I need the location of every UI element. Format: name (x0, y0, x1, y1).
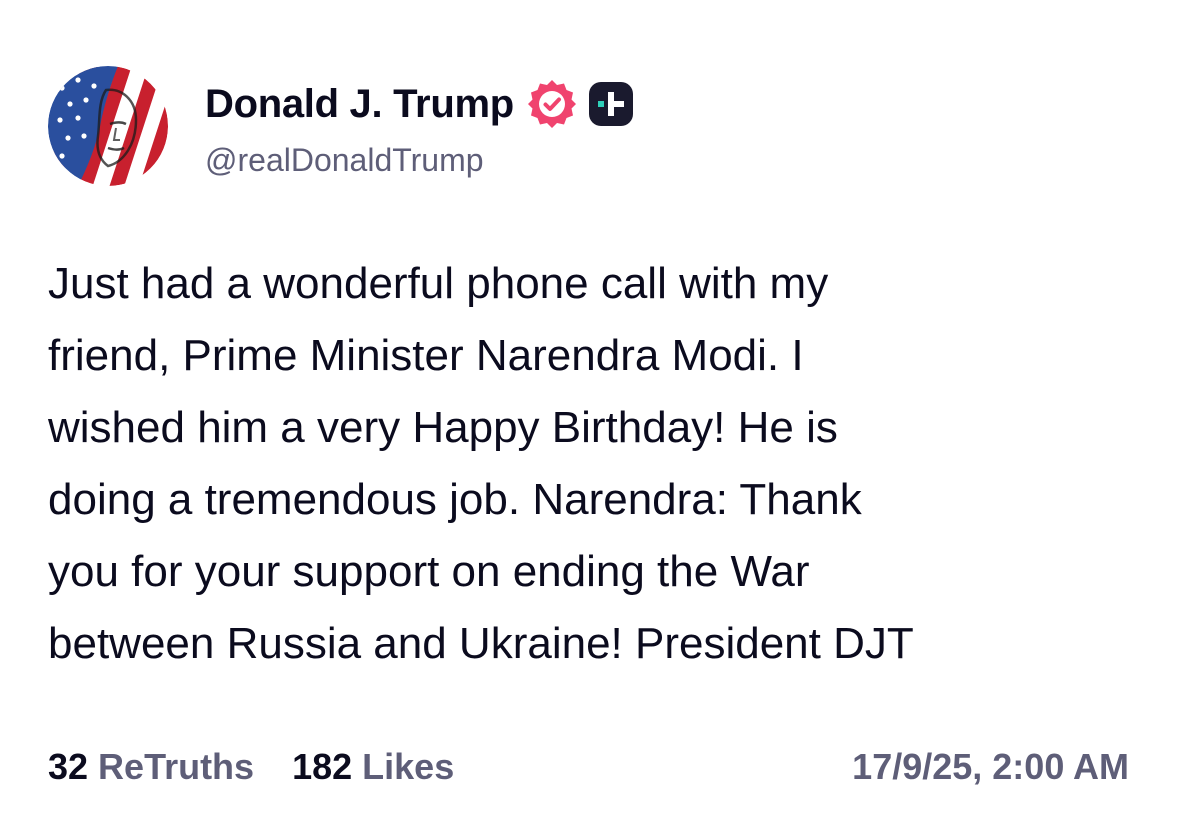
retruths-count: 32 (48, 746, 89, 787)
name-row: Donald J. Trump (205, 78, 634, 130)
author-display-name[interactable]: Donald J. Trump (205, 82, 514, 127)
author-handle[interactable]: @realDonaldTrump (205, 142, 634, 179)
post-card: Donald J. Trump @realDonaldTrump Just ha… (0, 0, 1179, 826)
author-avatar[interactable] (48, 66, 168, 186)
verified-badge-icon (527, 80, 576, 128)
post-header: Donald J. Trump @realDonaldTrump (205, 78, 634, 179)
likes-label: Likes (362, 746, 455, 787)
retruths-label: ReTruths (98, 746, 255, 787)
likes-stat[interactable]: 182 Likes (292, 746, 454, 788)
post-body-text: Just had a wonderful phone call with my … (48, 259, 914, 668)
retruths-stat[interactable]: 32 ReTruths (48, 746, 254, 788)
post-footer: 32 ReTruths 182 Likes 17/9/25, 2:00 AM (48, 745, 1129, 789)
avatar-flag-portrait (48, 66, 168, 186)
truth-plus-icon (588, 82, 633, 126)
post-timestamp[interactable]: 17/9/25, 2:00 AM (852, 746, 1129, 788)
likes-count: 182 (292, 746, 353, 787)
